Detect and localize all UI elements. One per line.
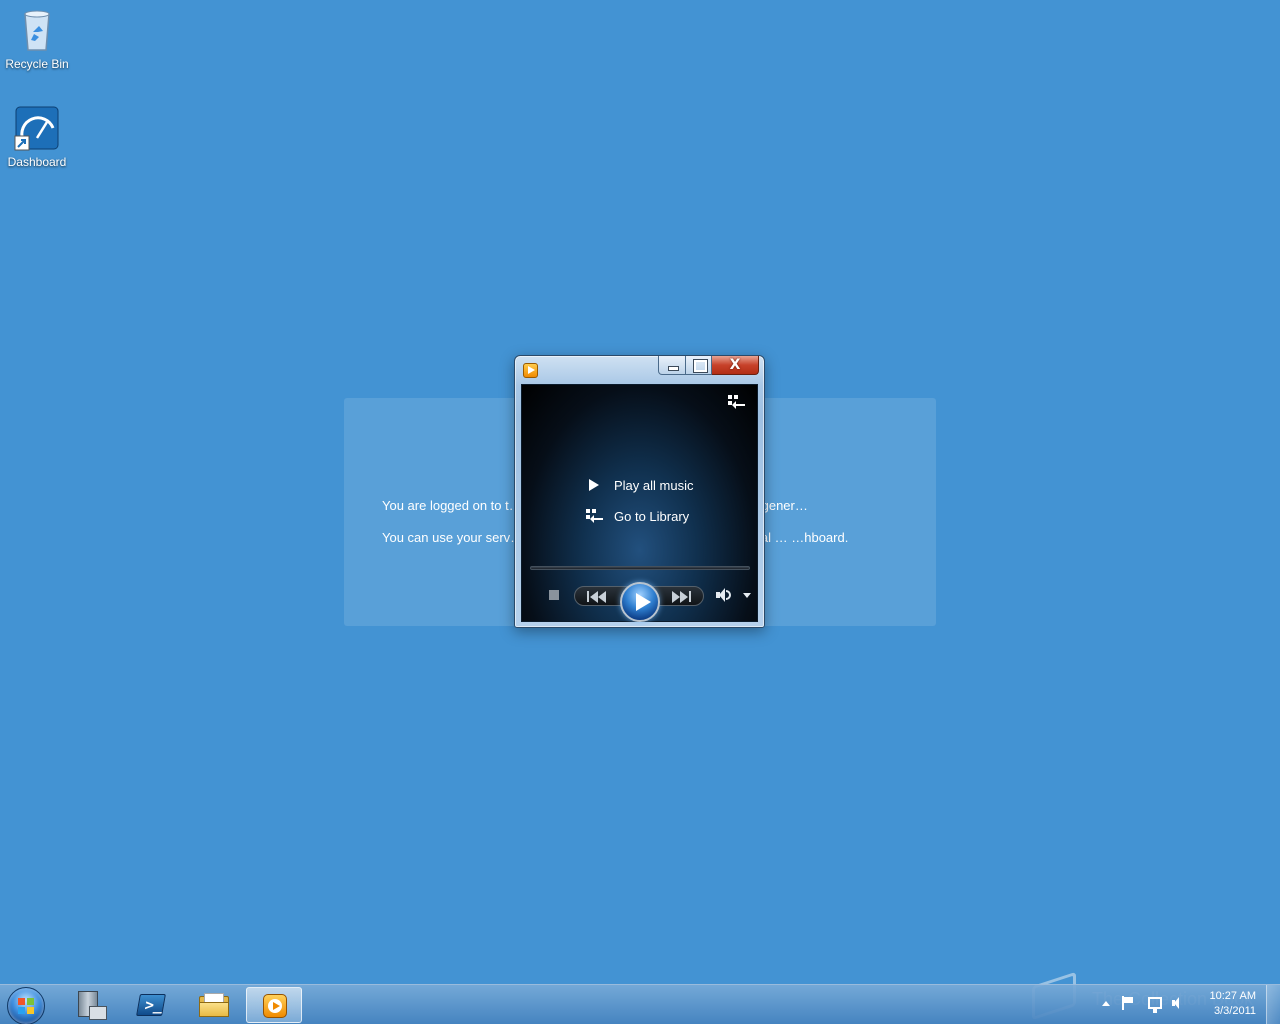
folder-icon xyxy=(199,993,229,1017)
clock-time: 10:27 AM xyxy=(1209,990,1256,1002)
dashboard-label: Dashboard xyxy=(7,155,67,169)
show-desktop-button[interactable] xyxy=(1266,985,1280,1024)
window-titlebar[interactable]: X xyxy=(515,356,764,384)
minimize-button[interactable] xyxy=(658,356,686,375)
taskbar-windows-explorer[interactable] xyxy=(186,987,242,1023)
network-icon[interactable] xyxy=(1148,997,1162,1013)
previous-button[interactable] xyxy=(581,590,615,604)
volume-dropdown-icon[interactable] xyxy=(743,593,751,598)
stop-button[interactable] xyxy=(549,590,559,600)
clock[interactable]: 10:27 AM 3/3/2011 xyxy=(1196,989,1256,1019)
seek-bar[interactable] xyxy=(530,566,750,570)
go-to-library-label: Go to Library xyxy=(614,508,690,524)
caption-buttons: X xyxy=(658,356,759,376)
dashboard-icon xyxy=(13,104,61,152)
taskbar-server-manager[interactable] xyxy=(62,987,118,1023)
action-center-icon[interactable] xyxy=(1122,996,1134,1010)
recycle-bin-shortcut[interactable]: Recycle Bin xyxy=(0,6,74,71)
next-button[interactable] xyxy=(663,590,697,604)
show-hidden-icons-icon[interactable] xyxy=(1102,1001,1110,1006)
switch-to-library-icon xyxy=(728,395,746,409)
taskbar: >_ 10:27 AM 3/3/2011 xyxy=(0,984,1280,1024)
clock-date: 3/3/2011 xyxy=(1213,1005,1256,1017)
play-button[interactable] xyxy=(620,582,660,622)
play-icon xyxy=(586,478,600,492)
windows-media-player-icon xyxy=(263,994,287,1018)
taskbar-windows-media-player[interactable] xyxy=(246,987,302,1023)
library-icon xyxy=(586,509,604,523)
player-area: Play all music Go to Library xyxy=(521,384,758,622)
switch-to-library-button[interactable] xyxy=(728,395,746,409)
volume-button[interactable] xyxy=(716,588,732,602)
play-all-music-link[interactable]: Play all music xyxy=(586,475,693,495)
volume-icon[interactable] xyxy=(1172,997,1186,1009)
windows-media-player-icon xyxy=(523,363,538,378)
maximize-button[interactable] xyxy=(686,356,712,375)
playback-controls xyxy=(522,579,757,622)
dashboard-shortcut[interactable]: Dashboard xyxy=(0,104,74,169)
start-button[interactable] xyxy=(7,987,45,1024)
server-manager-icon xyxy=(78,991,107,1020)
recycle-bin-label: Recycle Bin xyxy=(5,57,69,71)
go-to-library-link[interactable]: Go to Library xyxy=(586,506,689,526)
taskbar-powershell[interactable]: >_ xyxy=(124,987,180,1023)
close-icon: X xyxy=(729,357,741,373)
media-player-window[interactable]: X Play all music Go to Library xyxy=(514,355,765,628)
recycle-bin-icon xyxy=(13,6,61,54)
close-button[interactable]: X xyxy=(712,356,759,375)
powershell-icon: >_ xyxy=(136,994,166,1016)
play-all-music-label: Play all music xyxy=(614,477,694,493)
